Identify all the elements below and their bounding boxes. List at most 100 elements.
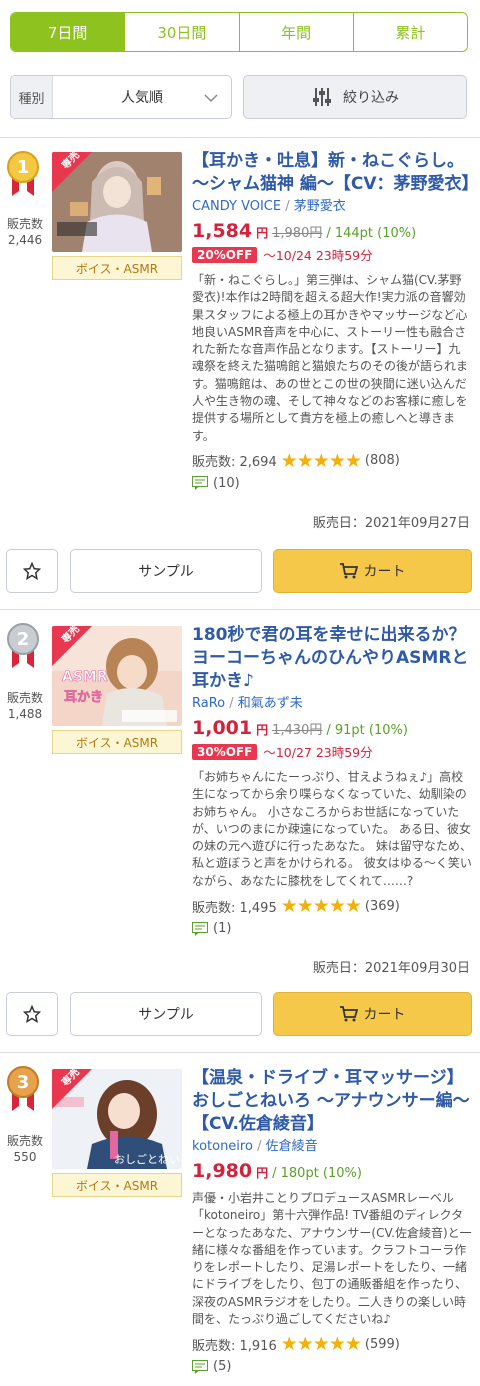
- item-content: 【耳かき・吐息】新・ねこぐらし。～シャム猫神 編～【CV：茅野愛衣】 CANDY…: [192, 150, 479, 491]
- price-line: 1,584 円 1,980円 / 144pt (10%): [192, 220, 472, 242]
- circle-link[interactable]: RaRo: [192, 696, 225, 711]
- action-buttons: サンプル カート: [0, 549, 480, 593]
- points: / 144pt (10%): [326, 226, 417, 241]
- price: 1,980: [192, 1160, 253, 1182]
- rating-count[interactable]: (369): [365, 899, 400, 914]
- product-thumbnail[interactable]: おしごとねいろ 専売: [52, 1069, 182, 1169]
- product-thumbnail[interactable]: ASMR 耳かき 専売: [52, 626, 182, 726]
- comment-icon: [192, 1359, 208, 1374]
- sales-count: 2,446: [7, 233, 43, 247]
- product-description: 「新・ねこぐらし。」第三弾は、シャム猫(CV.茅野愛衣)!本作は2時間を超える超…: [192, 273, 469, 443]
- sales-count: 550: [13, 1150, 37, 1164]
- sample-button[interactable]: サンプル: [70, 992, 262, 1036]
- genre-tag[interactable]: ボイス・ASMR: [52, 256, 182, 280]
- cart-label: カート: [363, 1007, 406, 1023]
- maker-line: CANDY VOICE / 茅野愛衣: [192, 198, 472, 216]
- exclusive-badge: 専売: [52, 1069, 92, 1109]
- stats-line: 販売数: 1,916 ★★★★★ (599): [192, 1333, 472, 1355]
- cart-label: カート: [363, 564, 406, 580]
- filter-label: 絞り込み: [343, 90, 399, 106]
- product-description: 「お姉ちゃんにたーっぷり、甘えようねぇ♪」高校生になってから余り喋らなくなってい…: [192, 770, 472, 888]
- sort-label: 種別: [11, 76, 53, 118]
- circle-link[interactable]: CANDY VOICE: [192, 199, 281, 214]
- sample-button[interactable]: サンプル: [70, 549, 262, 593]
- filter-sliders-icon: [313, 88, 331, 106]
- author-link[interactable]: 茅野愛衣: [294, 199, 346, 214]
- product-title[interactable]: 180秒で君の耳を幸せに出来るか？ヨーコーちゃんのひんやりASMRと耳かき♪: [192, 624, 472, 693]
- star-outline-icon: [23, 1005, 41, 1023]
- discount-badge: 20%OFF: [192, 246, 258, 263]
- item-content: 180秒で君の耳を幸せに出来るか？ヨーコーちゃんのひんやりASMRと耳かき♪ R…: [192, 624, 472, 936]
- review-line[interactable]: (1): [192, 921, 472, 936]
- rating-count[interactable]: (808): [365, 453, 400, 468]
- divider: [0, 137, 480, 138]
- points: / 180pt (10%): [272, 1166, 362, 1181]
- sale-deadline: ～10/27 23時59分: [263, 745, 373, 760]
- rating-count[interactable]: (599): [365, 1337, 400, 1352]
- exclusive-badge: 専売: [52, 626, 92, 666]
- tab-yearly[interactable]: 年間: [238, 13, 353, 51]
- review-count: (1): [213, 921, 232, 937]
- svg-text:おしごとねいろ: おしごとねいろ: [114, 1152, 182, 1166]
- cart-icon: [339, 1006, 358, 1022]
- price: 1,584: [192, 220, 253, 242]
- rating-stars: ★★★★★: [280, 895, 362, 918]
- tab-30days[interactable]: 30日間: [124, 13, 239, 51]
- cart-button[interactable]: カート: [273, 549, 472, 593]
- review-line[interactable]: (10): [192, 476, 472, 491]
- separator: /: [257, 1139, 262, 1154]
- price-yen: 円: [256, 1166, 269, 1180]
- original-price: 1,980円: [272, 226, 323, 241]
- rating-stars: ★★★★★: [280, 449, 362, 472]
- sales-label: 販売数: [6, 217, 43, 231]
- divider: [0, 609, 480, 610]
- favorite-button[interactable]: [6, 992, 58, 1036]
- author-link[interactable]: 和氣あず未: [238, 696, 303, 711]
- comment-icon: [192, 476, 208, 491]
- price-line: 1,001 円 1,430円 / 91pt (10%): [192, 717, 472, 739]
- rank-number: 1: [17, 157, 30, 178]
- sort-select[interactable]: 種別 人気順: [10, 75, 232, 119]
- tab-7days[interactable]: 7日間: [11, 13, 125, 51]
- product-title[interactable]: 【温泉・ドライブ・耳マッサージ】おしごとねいろ ～アナウンサー編～【CV.佐倉綾…: [192, 1067, 472, 1136]
- sale-deadline: ～10/24 23時59分: [263, 248, 373, 263]
- stats-sales: 販売数: 1,495: [192, 900, 277, 916]
- rank-medal-icon: 3: [7, 1066, 39, 1111]
- svg-text:耳かき: 耳かき: [64, 690, 103, 705]
- maker-line: RaRo / 和氣あず未: [192, 695, 472, 713]
- rating-stars: ★★★★★: [280, 1333, 362, 1356]
- review-line[interactable]: (5): [192, 1359, 472, 1374]
- cart-button[interactable]: カート: [273, 992, 472, 1036]
- circle-link[interactable]: kotoneiro: [192, 1139, 253, 1154]
- author-link[interactable]: 佐倉綾音: [266, 1139, 318, 1154]
- filter-button[interactable]: 絞り込み: [243, 75, 467, 119]
- sales-block: 販売数 1,488: [2, 690, 48, 722]
- price: 1,001: [192, 717, 253, 739]
- exclusive-badge: 専売: [52, 152, 92, 192]
- star-outline-icon: [23, 562, 41, 580]
- sales-label: 販売数: [6, 691, 43, 705]
- sales-label: 販売数: [6, 1134, 43, 1148]
- separator: /: [285, 199, 290, 214]
- product-title[interactable]: 【耳かき・吐息】新・ねこぐらし。～シャム猫神 編～【CV：茅野愛衣】: [192, 150, 479, 196]
- price-yen: 円: [256, 226, 269, 240]
- sale-line: 20%OFF ～10/24 23時59分: [192, 245, 472, 264]
- favorite-button[interactable]: [6, 549, 58, 593]
- tab-total[interactable]: 累計: [352, 13, 467, 51]
- sales-count: 1,488: [7, 707, 43, 721]
- price-yen: 円: [256, 723, 269, 737]
- cart-icon: [339, 563, 358, 579]
- rank-medal-icon: 2: [7, 623, 39, 668]
- action-buttons: サンプル カート: [0, 992, 480, 1036]
- genre-tag[interactable]: ボイス・ASMR: [52, 730, 182, 754]
- product-description: 声優・小岩井ことりプロデュースASMRレーベル「kotoneiro」第十六弾作品…: [192, 1191, 472, 1327]
- chevron-down-icon: [204, 94, 218, 103]
- release-date: 販売日：2021年09月30日: [312, 961, 470, 976]
- release-date: 販売日：2021年09月27日: [312, 516, 470, 531]
- sort-value[interactable]: 人気順: [53, 76, 231, 118]
- item-content: 【温泉・ドライブ・耳マッサージ】おしごとねいろ ～アナウンサー編～【CV.佐倉綾…: [192, 1067, 472, 1374]
- product-thumbnail[interactable]: 専売: [52, 152, 182, 252]
- rank-medal-icon: 1: [7, 151, 39, 196]
- separator: /: [229, 696, 234, 711]
- genre-tag[interactable]: ボイス・ASMR: [52, 1173, 182, 1197]
